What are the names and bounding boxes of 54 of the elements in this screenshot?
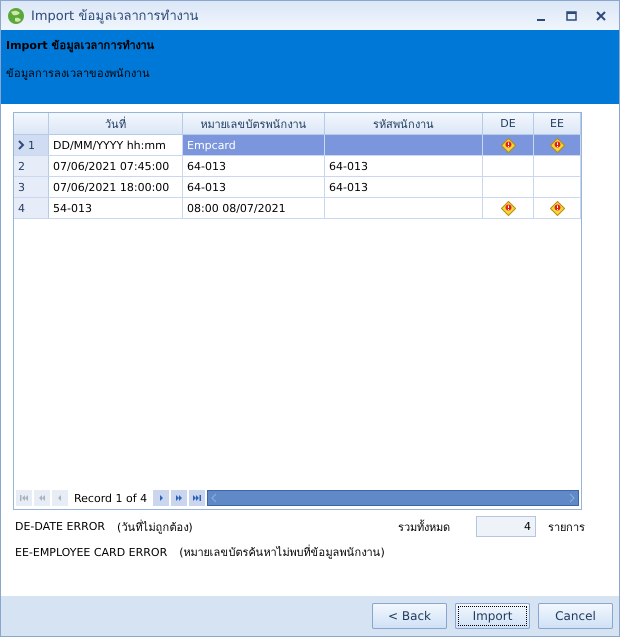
- table-cell: 64-013: [183, 156, 325, 177]
- skip-first-icon: [19, 494, 29, 502]
- legend-code: EE-EMPLOYEE CARD ERROR: [15, 546, 168, 558]
- current-row-icon: [18, 140, 25, 150]
- table-cell: DD/MM/YYYY hh:mm: [49, 135, 183, 156]
- double-right-icon: [174, 494, 184, 502]
- dialog-button[interactable]: < Back: [372, 603, 447, 629]
- table-cell: 64-013: [325, 177, 483, 198]
- total-label: รวมทั้งหมด: [398, 518, 450, 536]
- header-subtitle: ข้อมูลการลงเวลาของพนักงาน: [6, 66, 151, 82]
- window-title: Import ข้อมูลเวลาการทำงาน: [31, 8, 200, 26]
- row-number: 4: [18, 202, 25, 214]
- dialog-button[interactable]: Cancel: [538, 603, 613, 629]
- skip-last-icon: [192, 494, 202, 502]
- row-header[interactable]: 3: [14, 177, 49, 198]
- warning-icon: [500, 200, 516, 216]
- double-left-icon: [37, 494, 47, 502]
- table-cell: Empcard: [183, 135, 325, 156]
- row-header[interactable]: 4: [14, 198, 49, 219]
- table-cell: 64-013: [325, 156, 483, 177]
- warning-icon: [550, 138, 564, 152]
- total-unit: รายการ: [548, 520, 585, 536]
- row-header[interactable]: 2: [14, 156, 49, 177]
- legend-code: DE-DATE ERROR: [15, 520, 106, 533]
- column-header[interactable]: DE: [483, 113, 534, 135]
- record-counter: Record 1 of 4: [73, 492, 148, 504]
- last-record-button[interactable]: [189, 490, 206, 506]
- row-number: 3: [18, 180, 25, 194]
- minimize-icon: [537, 18, 545, 20]
- dialog-button[interactable]: Import: [455, 603, 530, 629]
- table-cell: 54-013: [49, 198, 183, 219]
- column-header[interactable]: หมายเลขบัตรพนักงาน: [183, 113, 325, 135]
- close-icon: [596, 10, 606, 20]
- legend-description: (วันที่ไม่ถูกต้อง): [117, 518, 193, 536]
- corner-header: [14, 113, 49, 135]
- column-header[interactable]: รหัสพนักงาน: [325, 113, 483, 135]
- column-header[interactable]: วันที่: [49, 113, 183, 135]
- table-cell: 07/06/2021 18:00:00: [49, 177, 183, 198]
- table-cell: 64-013: [183, 177, 325, 198]
- table-cell: 08:00 08/07/2021: [183, 198, 325, 219]
- next-page-button[interactable]: [171, 490, 188, 506]
- row-number: 2: [18, 160, 25, 172]
- warning-icon: [550, 200, 564, 216]
- row-header[interactable]: 1: [14, 135, 49, 156]
- warning-icon: [500, 138, 516, 152]
- maximize-icon: [566, 10, 576, 20]
- header-title: Import ข้อมูลเวลาการทำงาน: [6, 38, 156, 54]
- column-header[interactable]: EE: [534, 113, 581, 135]
- globe-icon: [7, 6, 25, 24]
- table-cell: 07/06/2021 07:45:00: [49, 156, 183, 177]
- total-field[interactable]: 4: [476, 516, 536, 537]
- legend-description: (หมายเลขบัตรค้นหาไม่พบที่ข้อมูลพนักงาน): [179, 544, 385, 561]
- next-record-button[interactable]: [153, 490, 170, 506]
- row-number: 1: [28, 138, 35, 152]
